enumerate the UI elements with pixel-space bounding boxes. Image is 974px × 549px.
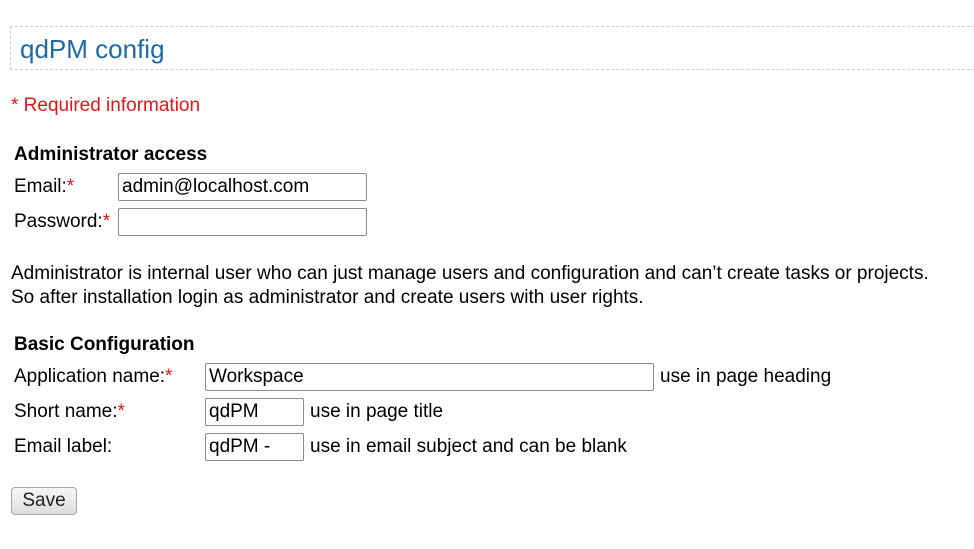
email-required-marker: * [66,176,75,197]
page-title: qdPM config [20,34,165,64]
password-label-text: Password: [14,211,103,232]
password-field[interactable] [118,208,367,236]
application-name-field[interactable] [205,363,654,391]
short-name-hint: use in page title [310,401,444,422]
email-field[interactable] [118,173,367,201]
email-label-text: Email: [14,176,67,197]
password-label: Password:* [14,211,110,233]
admin-section-title: Administrator access [14,144,208,165]
admin-description-line-1: Administrator is internal user who can j… [11,263,929,284]
admin-description-line-2: So after installation login as administr… [11,287,644,308]
application-name-hint: use in page heading [660,366,832,387]
save-button[interactable]: Save [11,487,77,515]
short-name-label: Short name:* [14,401,125,423]
email-label-label: Email label: [14,436,113,457]
application-name-label-text: Application name: [14,366,166,387]
basic-config-section-title: Basic Configuration [14,334,195,355]
application-name-label: Application name:* [14,366,172,388]
short-name-field[interactable] [205,398,304,426]
short-name-required-marker: * [117,401,125,422]
password-required-marker: * [102,211,111,232]
email-label: Email:* [14,176,74,198]
application-name-required-marker: * [165,366,173,387]
email-label-field[interactable] [205,433,304,461]
short-name-label-text: Short name: [14,401,118,422]
admin-description: Administrator is internal user who can j… [11,262,929,310]
page-header: qdPM config [10,26,974,70]
email-label-hint: use in email subject and can be blank [310,436,627,457]
required-information-note: * Required information [11,95,201,116]
